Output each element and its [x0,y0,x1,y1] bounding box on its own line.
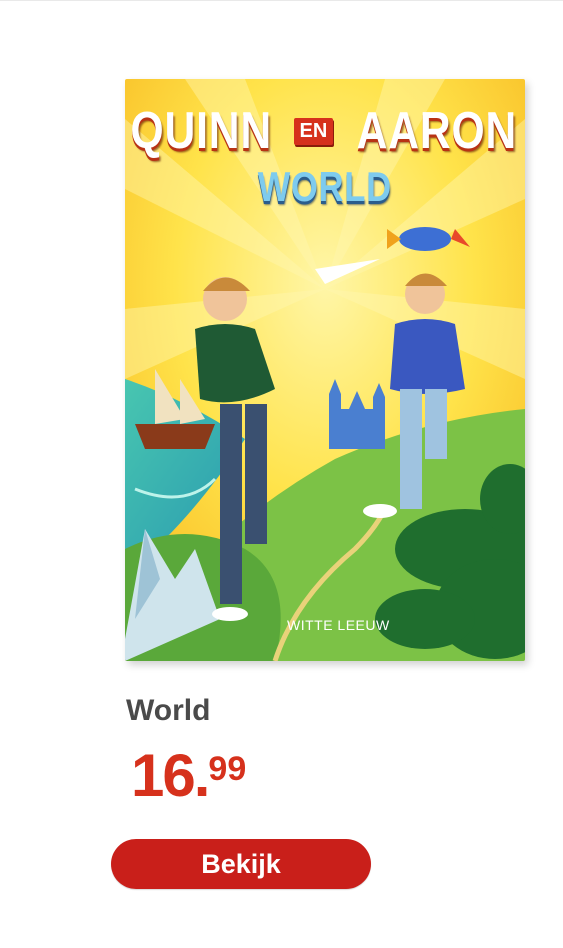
top-divider [0,0,563,1]
cover-publisher: WITTE LEEUW [287,617,390,633]
book-cover-image[interactable]: QUINN EN AARON WORLD WITTE LEEUW [125,79,525,661]
cover-title: QUINN EN AARON WORLD [125,101,525,211]
price-whole: 16 [131,742,196,809]
view-product-button[interactable]: Bekijk [111,839,371,889]
cover-subtitle: WORLD [257,163,393,210]
cover-title-quinn: QUINN [130,102,273,160]
price-cents: 99 [208,750,247,788]
cover-title-connector: EN [293,117,334,145]
product-name[interactable]: World [126,694,210,728]
product-price: 16 . 99 [131,746,246,806]
cover-title-aaron: AARON [356,102,518,160]
